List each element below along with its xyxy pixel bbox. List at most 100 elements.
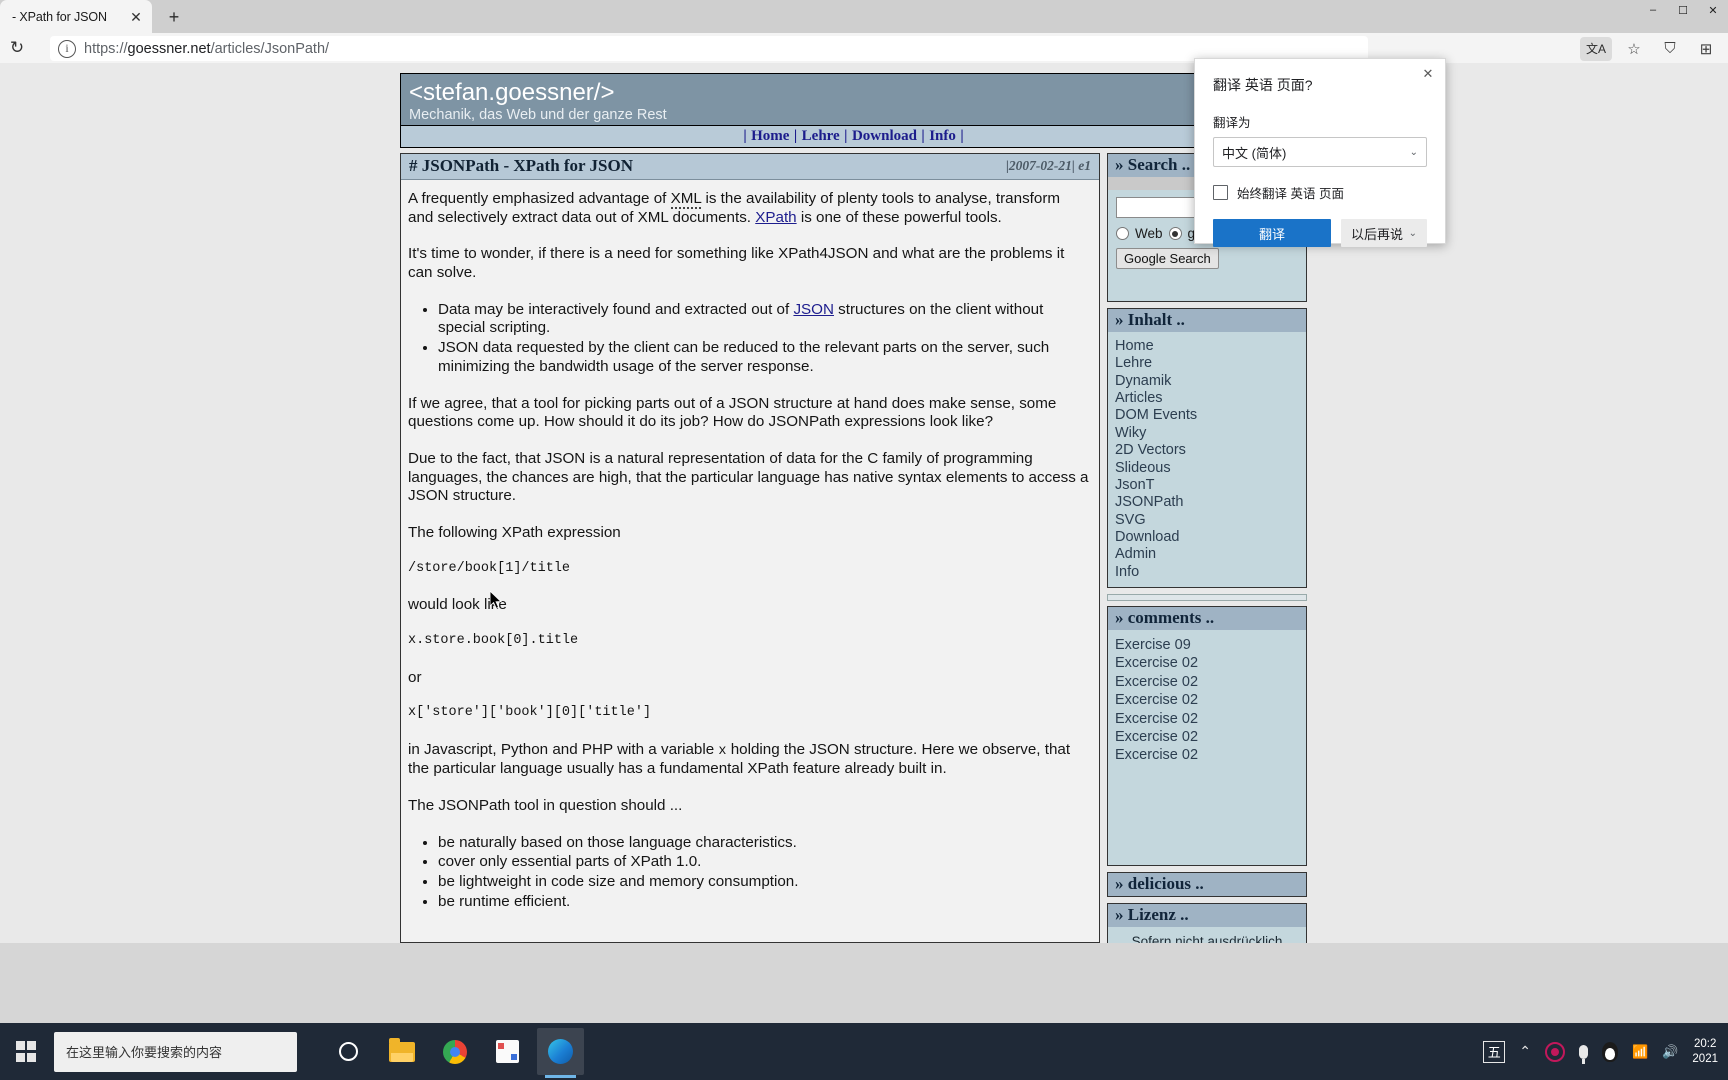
- language-select[interactable]: 中文 (简体) ⌄: [1213, 137, 1427, 167]
- toc-item-download[interactable]: Download: [1115, 529, 1299, 546]
- toc-item-dom-events[interactable]: DOM Events: [1115, 407, 1299, 424]
- toc-item-slideous[interactable]: Slideous: [1115, 460, 1299, 477]
- always-translate-checkbox[interactable]: [1213, 185, 1228, 200]
- comments-body: Exercise 09 Excercise 02 Excercise 02 Ex…: [1108, 630, 1306, 866]
- toc-item-dynamik[interactable]: Dynamik: [1115, 373, 1299, 390]
- lizenz-body: Sofern nicht ausdrücklich etwas anderes …: [1108, 927, 1306, 943]
- code-xpath-expression: /store/book[1]/title: [408, 560, 571, 576]
- comments-heading: » comments ..: [1108, 607, 1306, 631]
- toc-item-2d-vectors[interactable]: 2D Vectors: [1115, 442, 1299, 459]
- toc-item-articles[interactable]: Articles: [1115, 390, 1299, 407]
- nav-link-info[interactable]: Info: [929, 128, 956, 144]
- paragraph-5: The following XPath expression: [408, 523, 621, 541]
- browser-tab[interactable]: - XPath for JSON ✕: [0, 0, 152, 33]
- radio-site[interactable]: [1168, 227, 1182, 240]
- site-info-icon[interactable]: i: [58, 39, 76, 58]
- taskbar-search-input[interactable]: 在这里输入你要搜索的内容: [54, 1031, 297, 1072]
- browser-toolbar: ↻ i https://goessner.net/articles/JsonPa…: [0, 33, 1728, 63]
- paragraph-4: Due to the fact, that JSON is a natural …: [408, 449, 1089, 505]
- toc-item-jsonpath[interactable]: JSONPath: [1115, 494, 1299, 511]
- always-translate-row[interactable]: 始终翻译 英语 页面: [1213, 183, 1427, 202]
- file-explorer-button[interactable]: [378, 1028, 425, 1075]
- nav-sep-0: |: [743, 128, 747, 144]
- toc-item-home[interactable]: Home: [1115, 338, 1299, 355]
- translate-icon[interactable]: 文A: [1580, 36, 1612, 61]
- lizenz-heading: » Lizenz ..: [1108, 904, 1306, 928]
- paragraph-1: A frequently emphasized advantage of XML…: [408, 190, 1089, 227]
- xpath-link[interactable]: XPath: [755, 209, 796, 226]
- close-window-button[interactable]: ✕: [1698, 0, 1728, 20]
- comment-link[interactable]: Excercise 02: [1115, 728, 1299, 746]
- site-header: <stefan.goessner/> Mechanik, das Web und…: [400, 73, 1307, 126]
- reload-icon[interactable]: ↻: [0, 33, 34, 63]
- nav-sep-3: |: [921, 128, 925, 144]
- nav-link-lehre[interactable]: Lehre: [802, 128, 840, 144]
- comment-link[interactable]: Exercise 09: [1115, 636, 1299, 654]
- toc-item-svg[interactable]: SVG: [1115, 512, 1299, 529]
- collections-icon[interactable]: ⛉: [1656, 37, 1684, 61]
- ime-indicator[interactable]: 五: [1483, 1040, 1506, 1063]
- new-tab-button[interactable]: +: [162, 5, 186, 29]
- system-tray: 五 ⌃ 📶 🔊 20:2 2021: [1483, 1023, 1728, 1080]
- app-button[interactable]: [484, 1028, 531, 1075]
- later-button[interactable]: 以后再说 ⌄: [1340, 219, 1427, 247]
- tab-close-icon[interactable]: ✕: [126, 7, 146, 27]
- favorite-star-icon[interactable]: ☆: [1620, 37, 1648, 61]
- comment-link[interactable]: Excercise 02: [1115, 710, 1299, 728]
- network-icon[interactable]: 📶: [1632, 1044, 1648, 1060]
- maximize-button[interactable]: ☐: [1668, 0, 1698, 20]
- lizenz-box: » Lizenz .. Sofern nicht ausdrücklich et…: [1107, 903, 1307, 943]
- language-select-value: 中文 (简体): [1222, 145, 1287, 161]
- microphone-button[interactable]: [1579, 1044, 1589, 1064]
- comment-link[interactable]: Excercise 02: [1115, 673, 1299, 691]
- xml-abbr: XML: [670, 190, 702, 209]
- toc-item-wiky[interactable]: Wiky: [1115, 425, 1299, 442]
- toolbar-actions: 文A ☆ ⛉ ⊞: [1580, 36, 1720, 61]
- tab-title: - XPath for JSON: [12, 9, 107, 24]
- site-nav: | Home | Lehre | Download | Info |: [400, 126, 1307, 148]
- comment-link[interactable]: Excercise 02: [1115, 691, 1299, 709]
- always-translate-label: 始终翻译 英语 页面: [1237, 187, 1344, 201]
- paragraph-2: It's time to wonder, if there is a need …: [408, 245, 1065, 282]
- nav-link-download[interactable]: Download: [852, 128, 917, 144]
- clock[interactable]: 20:2 2021: [1692, 1037, 1718, 1066]
- settings-icon[interactable]: ⊞: [1692, 37, 1720, 61]
- article-title: # JSONPath - XPath for JSON: [409, 156, 633, 175]
- cortana-button[interactable]: [325, 1028, 372, 1075]
- paragraph-8: in Javascript, Python and PHP with a var…: [408, 741, 1089, 779]
- later-chevron-down-icon: ⌄: [1408, 227, 1417, 239]
- article-body: A frequently emphasized advantage of XML…: [401, 180, 1099, 942]
- show-hidden-icons-button[interactable]: ⌃: [1519, 1043, 1531, 1060]
- volume-icon[interactable]: 🔊: [1662, 1044, 1678, 1060]
- json-link[interactable]: JSON: [793, 301, 834, 318]
- toc-item-info[interactable]: Info: [1115, 564, 1299, 581]
- window-controls: – ☐ ✕: [1638, 0, 1728, 20]
- start-button[interactable]: [0, 1023, 52, 1080]
- qq-button[interactable]: [1602, 1041, 1619, 1062]
- comment-link[interactable]: Excercise 02: [1115, 654, 1299, 672]
- toc-item-lehre[interactable]: Lehre: [1115, 355, 1299, 372]
- search-padding: [1116, 269, 1298, 291]
- later-button-label: 以后再说: [1350, 226, 1403, 242]
- record-button[interactable]: [1545, 1041, 1566, 1062]
- address-bar[interactable]: i https://goessner.net/articles/JsonPath…: [50, 36, 1368, 61]
- toc-item-admin[interactable]: Admin: [1115, 546, 1299, 563]
- app-icon: [496, 1040, 519, 1063]
- p8-part-a: in Javascript, Python and PHP with a var…: [408, 740, 719, 758]
- google-chrome-button[interactable]: [431, 1028, 478, 1075]
- sidebar-divider: [1107, 594, 1307, 602]
- radio-web[interactable]: [1116, 227, 1129, 240]
- p1-part-a: A frequently emphasized advantage of: [408, 190, 671, 207]
- comment-link[interactable]: Excercise 02: [1115, 746, 1299, 764]
- nav-link-home[interactable]: Home: [751, 128, 789, 144]
- microsoft-edge-button[interactable]: [537, 1028, 584, 1078]
- toc-item-jsont[interactable]: JsonT: [1115, 477, 1299, 494]
- list-item: be runtime efficient.: [438, 893, 1089, 912]
- translate-button[interactable]: 翻译: [1213, 219, 1331, 247]
- close-icon[interactable]: ✕: [1419, 65, 1437, 83]
- google-search-button[interactable]: Google Search: [1116, 248, 1219, 269]
- nav-sep-2: |: [844, 128, 848, 144]
- clock-time: 20:2: [1694, 1038, 1717, 1051]
- code-bracket-notation: x['store']['book'][0]['title']: [408, 705, 652, 721]
- minimize-button[interactable]: –: [1638, 0, 1668, 20]
